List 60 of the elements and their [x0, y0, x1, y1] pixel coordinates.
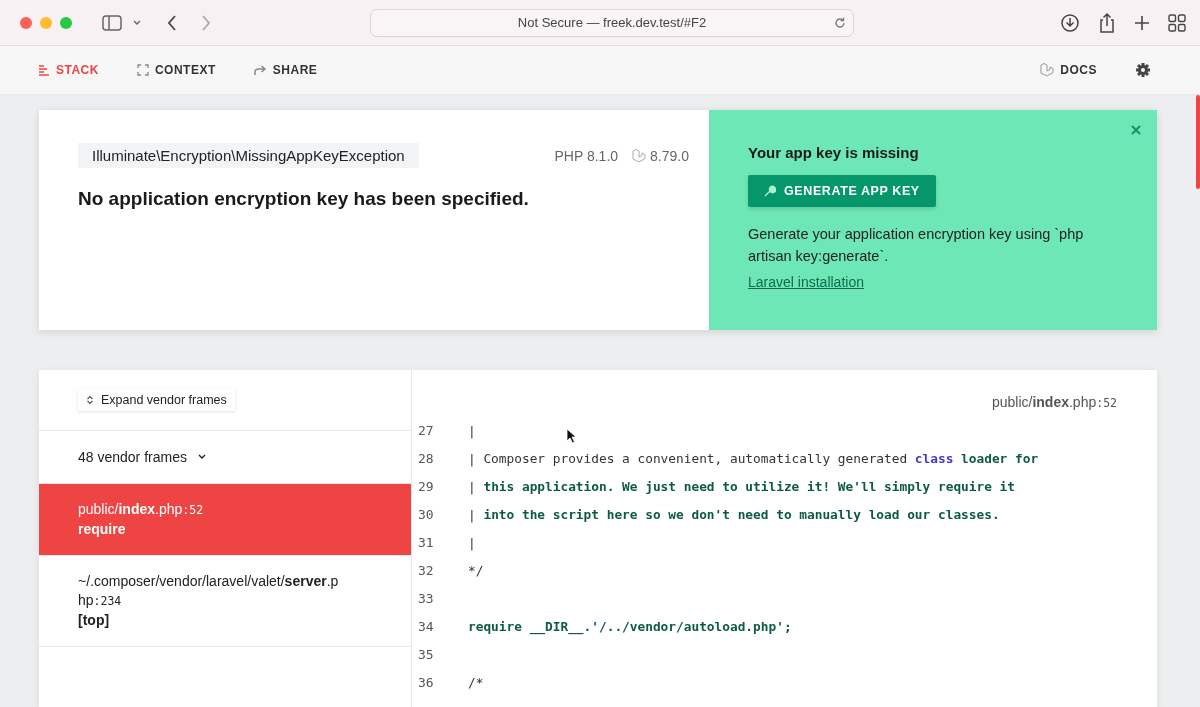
code-file-path: public/index.php:52 [991, 394, 1117, 410]
code-line: /* [468, 674, 484, 690]
code-line: | [468, 422, 476, 438]
vendor-frames-toggle[interactable]: 48 vendor frames [39, 431, 411, 484]
mouse-pointer-icon [566, 428, 578, 444]
generate-key-button[interactable]: GENERATE APP KEY [748, 175, 936, 207]
address-bar[interactable]: Not Secure — freek.dev.test/#F2 [370, 8, 854, 37]
list-icon [38, 64, 50, 76]
frame-corners-icon [136, 64, 149, 76]
reload-icon[interactable] [833, 15, 847, 30]
docs-link[interactable]: Laravel installation [748, 274, 864, 290]
line-number: 27 [417, 422, 435, 438]
exception-class: Illuminate\Encryption\MissingAppKeyException [78, 143, 419, 168]
error-message: No application encryption key has been specified. [78, 188, 530, 210]
code-line: | Composer provides a convenient, automatically generated class loader for [468, 450, 1039, 466]
php-version: PHP 8.1.0 [554, 147, 619, 164]
line-number: 30 [417, 506, 435, 522]
code-line: | [468, 534, 476, 550]
code-line: */ [468, 562, 484, 578]
laravel-version: 8.79.0 [650, 147, 689, 164]
up-down-chevron-icon [86, 395, 94, 405]
line-number: 34 [417, 618, 435, 634]
settings-icon[interactable] [1135, 62, 1151, 78]
docs-link[interactable]: DOCS [1040, 59, 1097, 81]
stack-frame[interactable]: public/index.php:52 require [39, 484, 411, 556]
nav-tab[interactable]: CONTEXT [136, 59, 216, 81]
tab-overview-icon[interactable] [1168, 13, 1186, 32]
laravel-logo-icon [1040, 63, 1055, 77]
line-number: 32 [417, 562, 435, 578]
chevron-down-icon [196, 453, 207, 461]
line-number: 33 [417, 590, 435, 606]
expand-vendor-frames-button[interactable]: Expand vendor frames [78, 389, 235, 411]
sidebar-icon[interactable] [102, 14, 122, 31]
code-line: | this application. We just need to utilize it! We'll simply require it [468, 478, 1016, 494]
frame-method: [top] [78, 611, 111, 630]
stack-frame[interactable]: ~/.composer/vendor/laravel/valet/server.php:234 [top] [39, 556, 411, 647]
new-tab-icon[interactable] [1134, 14, 1150, 31]
line-number: 29 [417, 478, 435, 494]
chevron-down-icon[interactable] [132, 18, 142, 27]
line-number: 36 [417, 674, 435, 690]
solution-description: Generate your application encryption key using `php artisan key:generate`. [748, 225, 1085, 266]
close-window-icon[interactable] [20, 16, 32, 29]
close-icon[interactable] [1131, 125, 1141, 135]
back-icon[interactable] [166, 13, 178, 32]
share-icon[interactable] [1098, 11, 1116, 34]
nav-tab[interactable]: STACK [38, 59, 99, 81]
scrollbar-thumb[interactable] [1196, 95, 1200, 189]
frame-path: public/index.php:52 [78, 501, 204, 517]
code-line: require __DIR__.'/../vendor/autoload.php'; [468, 618, 792, 634]
frame-method: require [78, 520, 127, 539]
line-number: 28 [417, 450, 435, 466]
solution-title: Your app key is missing [748, 144, 920, 161]
laravel-logo-icon [632, 148, 647, 163]
line-number: 35 [417, 646, 435, 662]
code-line: | into the script here so we don't need to manually load our classes. [468, 506, 1000, 522]
frame-path: ~/.composer/vendor/laravel/valet/server.php:234 [78, 573, 339, 608]
download-icon[interactable] [1060, 12, 1080, 33]
nav-tab[interactable]: SHARE [253, 59, 318, 81]
line-number: 31 [417, 534, 435, 550]
share-arrow-icon [253, 64, 267, 76]
